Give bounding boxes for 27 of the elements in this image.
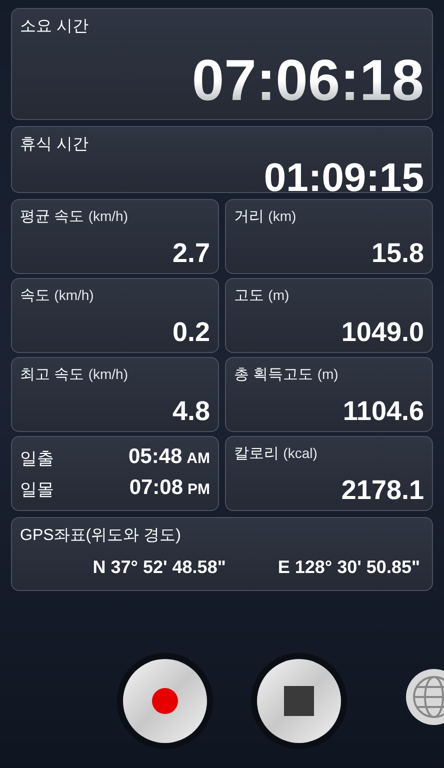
stat-value: 1049.0	[341, 316, 424, 348]
rest-time: 01:09:15	[264, 157, 424, 199]
sun-label: 일몰	[20, 479, 54, 501]
stat-label: 칼로리 (kcal)	[234, 444, 318, 464]
elapsed-label: 소요 시간	[20, 17, 90, 37]
stop-icon	[282, 685, 314, 717]
stat-label: 최고 속도 (km/h)	[20, 365, 130, 385]
stat-label: 거리 (km)	[234, 207, 298, 227]
longitude: E 128° 30' 50.85"	[278, 556, 420, 579]
record-icon	[150, 687, 178, 715]
stat-value: 15.8	[371, 237, 424, 269]
stat-value: 0.2	[172, 316, 210, 348]
stat-label: 총 획득고도 (m)	[234, 365, 340, 385]
stat-value: 4.8	[172, 395, 210, 427]
stat-value: 2178.1	[341, 474, 424, 506]
latitude: N 37° 52' 48.58"	[92, 556, 226, 579]
stat-label: 고도 (m)	[234, 286, 290, 306]
stat-value: 2.7	[172, 237, 210, 269]
sun-time: 07:08 PM	[129, 475, 210, 501]
sun-label: 일출	[20, 448, 54, 470]
stat-label: 속도 (km/h)	[20, 286, 95, 306]
stat-value: 1104.6	[342, 395, 424, 427]
rest-label: 휴식 시간	[20, 135, 90, 155]
stat-label: 평균 속도 (km/h)	[20, 207, 130, 227]
gps-label: GPS좌표(위도와 경도)	[20, 526, 182, 546]
sun-time: 05:48 AM	[128, 444, 210, 470]
globe-icon	[405, 668, 444, 726]
